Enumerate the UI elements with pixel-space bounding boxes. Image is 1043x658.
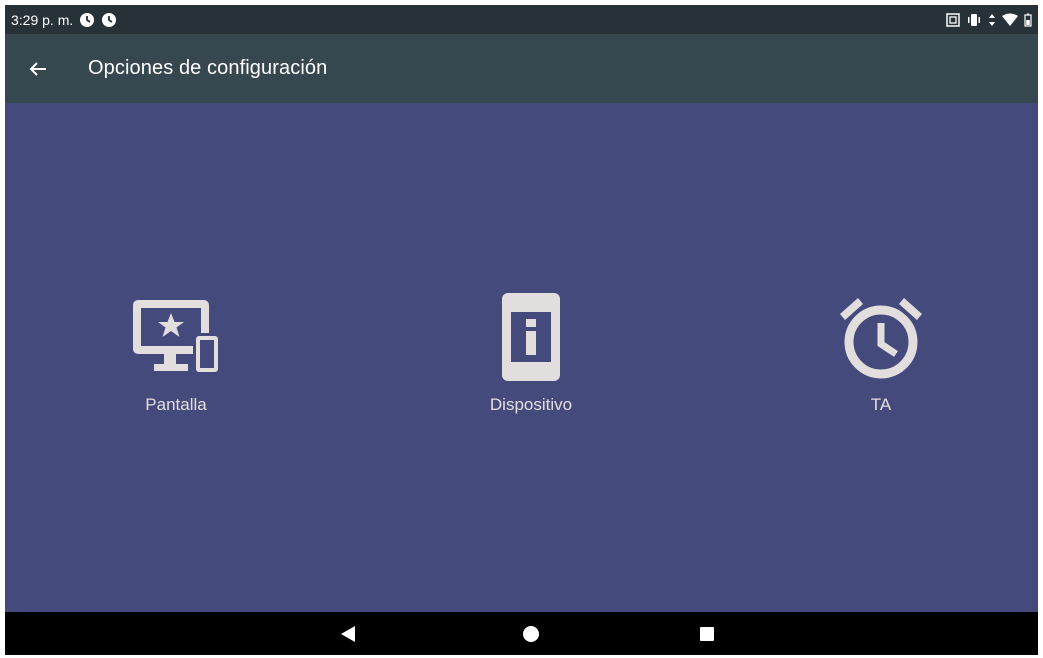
wifi-icon [1002, 13, 1018, 26]
back-triangle-icon [341, 625, 355, 642]
nav-home-button[interactable] [501, 612, 561, 655]
status-time: 3:29 p. m. [11, 11, 74, 28]
page-title: Opciones de configuración [88, 57, 328, 79]
navigation-bar [5, 612, 1038, 655]
back-button[interactable] [5, 34, 71, 103]
recents-square-icon [700, 626, 714, 641]
status-bar: 3:29 p. m. [5, 5, 1038, 34]
option-label: Dispositivo [489, 395, 573, 414]
battery-icon [1024, 13, 1032, 27]
home-circle-icon [523, 625, 539, 642]
vibrate-icon [968, 13, 980, 26]
screen: 3:29 p. m. Opciones de configuración Pan… [5, 5, 1038, 655]
status-right [946, 12, 1032, 27]
options-panel: Pantalla Dispositivo TA [5, 103, 1038, 612]
option-ta[interactable]: TA [751, 289, 1011, 415]
alarm-clock-icon [80, 12, 95, 27]
option-label: Pantalla [145, 395, 207, 414]
option-label: TA [870, 395, 892, 414]
devices-star-icon [133, 300, 221, 375]
data-transfer-icon [989, 13, 995, 26]
status-left: 3:29 p. m. [11, 12, 117, 28]
device-info-icon [502, 293, 560, 381]
option-dispositivo[interactable]: Dispositivo [401, 289, 661, 415]
screenshot-icon [946, 12, 960, 27]
alarm-clock-icon [840, 298, 922, 379]
nav-recents-button[interactable] [677, 612, 737, 655]
option-pantalla[interactable]: Pantalla [46, 289, 306, 415]
alarm-clock-icon [102, 12, 117, 27]
arrow-back-icon [29, 61, 46, 76]
app-bar: Opciones de configuración [5, 34, 1038, 103]
nav-back-button[interactable] [318, 612, 378, 655]
